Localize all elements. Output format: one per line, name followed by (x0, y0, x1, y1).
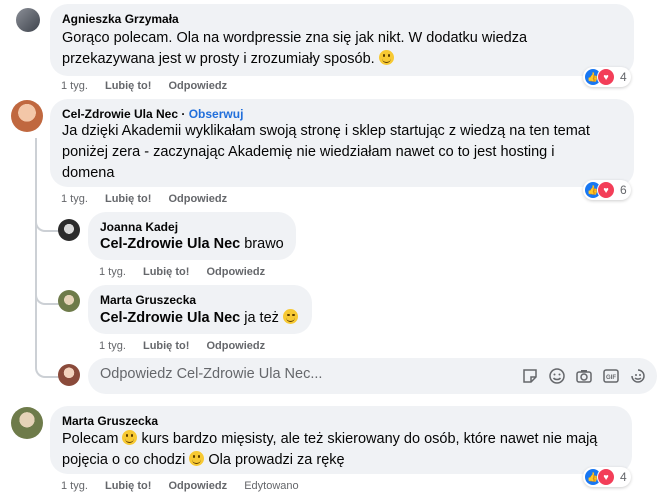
smile-emoji-icon (122, 430, 138, 445)
comment-actions: 1 tyg. Lubię to! Odpowiedz Edytowano (61, 480, 313, 492)
camera-icon[interactable] (575, 367, 593, 385)
reply-text: Cel-Zdrowie Ula Nec ja też (100, 308, 298, 329)
comment-author-name[interactable]: Cel-Zdrowie Ula Nec (62, 107, 178, 121)
reply-link[interactable]: Odpowiedz (168, 193, 227, 205)
reply-link[interactable]: Odpowiedz (168, 480, 227, 492)
emoji-icon[interactable] (548, 367, 566, 385)
reply-bubble: Marta Gruszecka Cel-Zdrowie Ula Nec ja t… (88, 285, 312, 334)
like-link[interactable]: Lubię to! (143, 266, 189, 278)
comment-bubble: Agnieszka Grzymała Gorąco polecam. Ola n… (50, 4, 634, 76)
separator: · (181, 107, 186, 121)
comment-time[interactable]: 1 tyg. (61, 193, 88, 205)
thread-line (35, 138, 37, 358)
comment-actions: 1 tyg. Lubię to! Odpowiedz (61, 80, 241, 92)
like-link[interactable]: Lubię to! (105, 193, 151, 205)
reply-time[interactable]: 1 tyg. (99, 266, 126, 278)
edited-label[interactable]: Edytowano (244, 480, 298, 492)
avatar[interactable] (16, 8, 40, 32)
reactions-summary[interactable]: 👍 ♥ 4 (583, 67, 631, 87)
gif-icon[interactable]: GIF (602, 367, 620, 385)
comment-bubble: Cel-Zdrowie Ula Nec · Obserwuj Ja dzięki… (50, 99, 634, 187)
reply-text: Cel-Zdrowie Ula Nec brawo (100, 236, 284, 252)
reply-input-placeholder: Odpowiedz Cel-Zdrowie Ula Nec... (100, 366, 323, 382)
sticker-icon[interactable] (521, 367, 539, 385)
comment-time[interactable]: 1 tyg. (61, 480, 88, 492)
mention-link[interactable]: Cel-Zdrowie Ula Nec (100, 236, 240, 252)
smile-emoji-icon (189, 451, 205, 466)
reply-author[interactable]: Joanna Kadej (100, 220, 178, 234)
thread-connector (35, 210, 59, 232)
follow-link[interactable]: Obserwuj (189, 107, 244, 121)
mention-link[interactable]: Cel-Zdrowie Ula Nec (100, 310, 240, 326)
avatar[interactable] (58, 219, 80, 241)
like-link[interactable]: Lubię to! (105, 480, 151, 492)
avatar[interactable] (11, 100, 43, 132)
reply-bubble: Joanna Kadej Cel-Zdrowie Ula Nec brawo (88, 212, 296, 260)
reply-link[interactable]: Odpowiedz (206, 340, 265, 352)
comment-author[interactable]: Marta Gruszecka (62, 414, 158, 428)
reply-input[interactable]: Odpowiedz Cel-Zdrowie Ula Nec... GIF (88, 358, 657, 394)
reply-time[interactable]: 1 tyg. (99, 340, 126, 352)
comment-author[interactable]: Agnieszka Grzymała (62, 12, 179, 26)
comment-actions: 1 tyg. Lubię to! Odpowiedz (61, 193, 241, 205)
svg-text:GIF: GIF (606, 375, 616, 381)
thread-connector (35, 283, 59, 305)
comment-time[interactable]: 1 tyg. (61, 80, 88, 92)
love-reaction-icon: ♥ (597, 468, 615, 486)
avatar[interactable] (58, 290, 80, 312)
wink-emoji-icon (282, 309, 298, 324)
reaction-count: 6 (620, 183, 627, 197)
reply-author[interactable]: Marta Gruszecka (100, 293, 196, 307)
love-reaction-icon: ♥ (597, 181, 615, 199)
smile-emoji-icon (378, 50, 394, 65)
sticker-smile-icon[interactable] (629, 367, 647, 385)
like-link[interactable]: Lubię to! (143, 340, 189, 352)
reply-actions: 1 tyg. Lubię to! Odpowiedz (99, 266, 279, 278)
love-reaction-icon: ♥ (597, 68, 615, 86)
comment-bubble: Marta Gruszecka Polecam kurs bardzo mięs… (50, 406, 632, 474)
reply-link[interactable]: Odpowiedz (206, 266, 265, 278)
like-link[interactable]: Lubię to! (105, 80, 151, 92)
comment-author: Cel-Zdrowie Ula Nec · Obserwuj (62, 107, 243, 121)
reaction-count: 4 (620, 70, 627, 84)
thread-connector (35, 356, 59, 378)
avatar[interactable] (11, 407, 43, 439)
reactions-summary[interactable]: 👍 ♥ 6 (583, 180, 631, 200)
reactions-summary[interactable]: 👍 ♥ 4 (583, 467, 631, 487)
reaction-count: 4 (620, 470, 627, 484)
reply-link[interactable]: Odpowiedz (168, 80, 227, 92)
comment-text: Polecam kurs bardzo mięsisty, ale też sk… (62, 430, 598, 468)
current-user-avatar (58, 364, 80, 386)
comment-text: Ja dzięki Akademii wyklikałam swoją stro… (62, 123, 590, 181)
reply-actions: 1 tyg. Lubię to! Odpowiedz (99, 340, 279, 352)
comment-text: Gorąco polecam. Ola na wordpressie zna s… (62, 30, 528, 67)
